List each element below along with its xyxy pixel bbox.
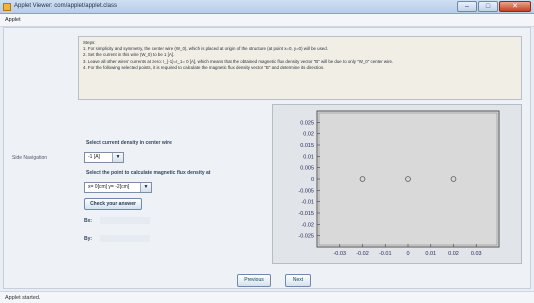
- y-tick-label: 0: [311, 177, 314, 183]
- point-select-label: Select the point to calculate magnetic f…: [86, 170, 211, 176]
- plot-area: [316, 110, 500, 248]
- plot-panel: 0.025 0.02 0.015 0.01 0.005 0 -0.005 -0.01 -0.01…: [272, 104, 522, 264]
- controls-panel: Select current density in center wire -1…: [78, 104, 268, 264]
- point-select-value: x= 0[cm] y= -2[cm]: [88, 184, 130, 190]
- status-text: Applet started.: [5, 295, 41, 301]
- by-label: By:: [84, 236, 93, 242]
- window-title: Applet Viewer: com/applet/applet.class: [14, 3, 117, 9]
- minimize-button[interactable]: –: [457, 1, 477, 12]
- maximize-button[interactable]: □: [478, 1, 498, 12]
- y-tick-label: -0.005: [298, 188, 314, 194]
- y-tick-label: 0.01: [303, 154, 314, 160]
- y-tick-label: -0.02: [301, 222, 314, 228]
- x-tick-label: -0.01: [379, 251, 392, 257]
- chevron-down-icon[interactable]: ▼: [140, 183, 151, 192]
- x-tick-label: 0: [406, 251, 409, 257]
- check-answer-button[interactable]: Check your answer: [84, 198, 142, 210]
- y-tick-label: -0.01: [301, 200, 314, 206]
- x-tick-label: -0.02: [356, 251, 369, 257]
- x-tick-label: 0.02: [448, 251, 459, 257]
- y-tick-label: 0.005: [300, 166, 314, 172]
- next-button[interactable]: Next: [285, 274, 311, 287]
- current-density-value: -1 [A]: [88, 154, 100, 160]
- side-navigation-label: Side Navigation: [12, 155, 48, 161]
- y-tick-label: 0.015: [300, 143, 314, 149]
- y-tick-label: 0.02: [303, 132, 314, 138]
- close-button[interactable]: ✕: [499, 1, 531, 12]
- steps-instructions: Steps: 1. For simplicity and symmetry, t…: [78, 36, 522, 100]
- wire-position-plot: 0.025 0.02 0.015 0.01 0.005 0 -0.005 -0.01 -0.01…: [298, 110, 500, 257]
- bx-value-field: [100, 217, 150, 224]
- menubar: Applet: [0, 14, 534, 27]
- window-titlebar[interactable]: Applet Viewer: com/applet/applet.class –…: [0, 0, 534, 14]
- menu-applet[interactable]: Applet: [5, 17, 21, 23]
- by-value-field: [100, 235, 150, 242]
- y-tick-label: -0.025: [298, 234, 314, 240]
- current-density-select[interactable]: -1 [A] ▼: [84, 152, 124, 163]
- bx-label: Bx:: [84, 218, 93, 224]
- status-bar: Applet started.: [0, 291, 534, 303]
- current-density-label: Select current density in center wire: [86, 140, 172, 146]
- y-tick-label: 0.025: [300, 120, 314, 126]
- x-tick-label: 0.01: [425, 251, 436, 257]
- x-tick-label: 0.03: [471, 251, 482, 257]
- bottom-navigation: Previous Next: [3, 271, 531, 289]
- previous-button[interactable]: Previous: [237, 274, 271, 287]
- point-select[interactable]: x= 0[cm] y= -2[cm] ▼: [84, 182, 152, 193]
- x-tick-label: -0.03: [333, 251, 346, 257]
- java-app-icon: [3, 3, 11, 11]
- step-4: 4. For the following selected points, it…: [83, 64, 325, 70]
- y-tick-label: -0.015: [298, 211, 314, 217]
- chevron-down-icon[interactable]: ▼: [112, 153, 123, 162]
